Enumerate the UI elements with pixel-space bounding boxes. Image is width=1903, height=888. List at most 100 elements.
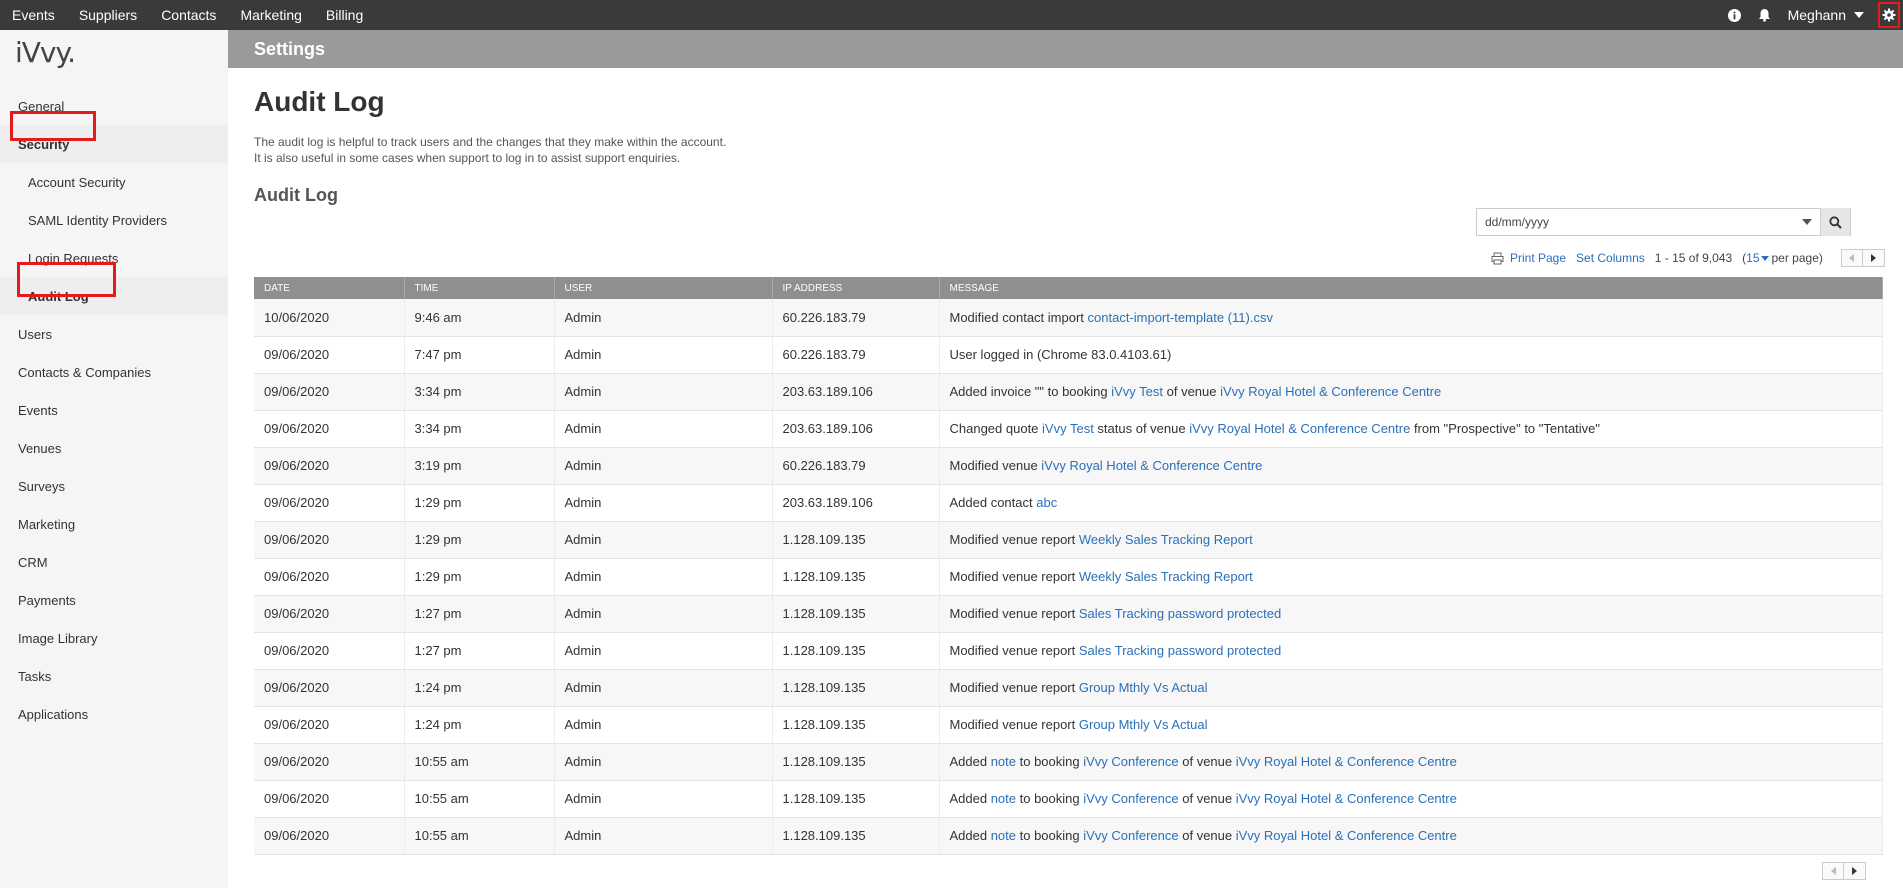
cell-message: Modified venue report Sales Tracking pas… bbox=[939, 632, 1883, 670]
column-header-time[interactable]: TIME bbox=[404, 277, 555, 299]
sidebar-item-surveys[interactable]: Surveys bbox=[0, 467, 228, 505]
sidebar-item-users[interactable]: Users bbox=[0, 315, 228, 353]
arrow-right-icon bbox=[1870, 254, 1876, 262]
cell-message: Added note to booking iVvy Conference of… bbox=[939, 743, 1883, 781]
user-menu[interactable]: Meghann bbox=[1788, 7, 1864, 23]
ivvy-logo[interactable]: iVvy. bbox=[15, 36, 76, 69]
cell-ip-address: 1.128.109.135 bbox=[772, 521, 940, 559]
message-link[interactable]: iVvy Conference bbox=[1083, 791, 1178, 806]
bottom-pagination-buttons bbox=[1822, 862, 1866, 880]
settings-button[interactable] bbox=[1878, 2, 1900, 28]
topnav-marketing[interactable]: Marketing bbox=[240, 7, 301, 23]
message-link[interactable]: Weekly Sales Tracking Report bbox=[1079, 532, 1253, 547]
per-page-select[interactable]: 15 bbox=[1746, 251, 1771, 265]
topnav-contacts[interactable]: Contacts bbox=[161, 7, 216, 23]
message-link[interactable]: iVvy Royal Hotel & Conference Centre bbox=[1189, 421, 1410, 436]
column-header-date[interactable]: DATE bbox=[254, 277, 405, 299]
cell-user: Admin bbox=[554, 373, 773, 411]
topnav-suppliers[interactable]: Suppliers bbox=[79, 7, 137, 23]
section-subtitle: Audit Log bbox=[254, 185, 338, 205]
message-text: of venue bbox=[1178, 791, 1236, 806]
arrow-left-icon bbox=[1830, 867, 1836, 875]
cell-ip-address: 1.128.109.135 bbox=[772, 595, 940, 633]
cell-ip-address: 203.63.189.106 bbox=[772, 373, 940, 411]
topnav-events[interactable]: Events bbox=[12, 7, 55, 23]
column-header-message[interactable]: MESSAGE bbox=[939, 277, 1883, 299]
message-text: Added bbox=[949, 754, 991, 769]
sidebar-item-saml-identity-providers[interactable]: SAML Identity Providers bbox=[0, 201, 228, 239]
message-link[interactable]: Sales Tracking password protected bbox=[1079, 643, 1281, 658]
message-link[interactable]: iVvy Royal Hotel & Conference Centre bbox=[1041, 458, 1262, 473]
message-link[interactable]: Group Mthly Vs Actual bbox=[1079, 680, 1208, 695]
message-link[interactable]: Sales Tracking password protected bbox=[1079, 606, 1281, 621]
message-link[interactable]: iVvy Royal Hotel & Conference Centre bbox=[1236, 828, 1457, 843]
cell-ip-address: 1.128.109.135 bbox=[772, 743, 940, 781]
message-link[interactable]: iVvy Conference bbox=[1083, 754, 1178, 769]
pagination-range: 1 - 15 of 9,043 bbox=[1654, 251, 1733, 265]
date-filter-value: dd/mm/yyyy bbox=[1485, 215, 1550, 229]
security-highlight-box bbox=[10, 111, 96, 141]
message-link[interactable]: iVvy Test bbox=[1042, 421, 1094, 436]
date-filter-select[interactable]: dd/mm/yyyy bbox=[1476, 208, 1851, 236]
cell-user: Admin bbox=[554, 817, 773, 855]
column-header-user[interactable]: USER bbox=[554, 277, 773, 299]
message-link[interactable]: iVvy Royal Hotel & Conference Centre bbox=[1220, 384, 1441, 399]
message-link[interactable]: iVvy Test bbox=[1111, 384, 1163, 399]
cell-message: Added invoice "" to booking iVvy Test of… bbox=[939, 373, 1883, 411]
next-page-button[interactable] bbox=[1862, 249, 1885, 267]
message-link[interactable]: iVvy Royal Hotel & Conference Centre bbox=[1236, 791, 1457, 806]
top-navigation-bar: Events Suppliers Contacts Marketing Bill… bbox=[0, 0, 1903, 30]
cell-message: Added note to booking iVvy Conference of… bbox=[939, 817, 1883, 855]
set-columns-link[interactable]: Set Columns bbox=[1576, 251, 1645, 265]
cell-user: Admin bbox=[554, 558, 773, 596]
sidebar-item-account-security[interactable]: Account Security bbox=[0, 163, 228, 201]
cell-message: Modified venue iVvy Royal Hotel & Confer… bbox=[939, 447, 1883, 485]
message-text: Modified venue report bbox=[949, 643, 1079, 658]
column-header-ip-address[interactable]: IP ADDRESS bbox=[772, 277, 940, 299]
chevron-down-icon[interactable] bbox=[1802, 219, 1812, 225]
message-link[interactable]: iVvy Conference bbox=[1083, 828, 1178, 843]
section-header: Settings bbox=[228, 30, 1903, 68]
sidebar-item-payments[interactable]: Payments bbox=[0, 581, 228, 619]
message-link[interactable]: abc bbox=[1036, 495, 1057, 510]
message-link[interactable]: note bbox=[991, 791, 1016, 806]
message-link[interactable]: iVvy Royal Hotel & Conference Centre bbox=[1236, 754, 1457, 769]
prev-page-button[interactable] bbox=[1840, 249, 1863, 267]
bell-icon[interactable] bbox=[1758, 8, 1772, 22]
message-link[interactable]: contact-import-template (11).csv bbox=[1088, 310, 1273, 325]
cell-ip-address: 1.128.109.135 bbox=[772, 669, 940, 707]
message-link[interactable]: Weekly Sales Tracking Report bbox=[1079, 569, 1253, 584]
sidebar-item-venues[interactable]: Venues bbox=[0, 429, 228, 467]
sidebar-item-marketing[interactable]: Marketing bbox=[0, 505, 228, 543]
message-text: Modified venue report bbox=[949, 606, 1079, 621]
sidebar-item-tasks[interactable]: Tasks bbox=[0, 657, 228, 695]
message-link[interactable]: note bbox=[991, 754, 1016, 769]
message-text: Added bbox=[949, 791, 991, 806]
cell-ip-address: 1.128.109.135 bbox=[772, 558, 940, 596]
sidebar-item-applications[interactable]: Applications bbox=[0, 695, 228, 733]
topnav-billing[interactable]: Billing bbox=[326, 7, 363, 23]
cell-user: Admin bbox=[554, 632, 773, 670]
message-link[interactable]: Group Mthly Vs Actual bbox=[1079, 717, 1208, 732]
message-text: Modified venue report bbox=[949, 717, 1079, 732]
sidebar-item-crm[interactable]: CRM bbox=[0, 543, 228, 581]
table-row: 09/06/2020 10:55 am Admin 1.128.109.135 Adde… bbox=[254, 817, 1883, 855]
cell-time: 10:55 am bbox=[404, 817, 555, 855]
search-button[interactable] bbox=[1820, 208, 1850, 236]
printer-icon[interactable] bbox=[1491, 252, 1504, 265]
chevron-down-icon bbox=[1854, 12, 1864, 18]
cell-time: 1:29 pm bbox=[404, 521, 555, 559]
sidebar-item-contacts-companies[interactable]: Contacts & Companies bbox=[0, 353, 228, 391]
prev-page-button-bottom[interactable] bbox=[1822, 862, 1844, 880]
sidebar-item-image-library[interactable]: Image Library bbox=[0, 619, 228, 657]
next-page-button-bottom[interactable] bbox=[1844, 862, 1866, 880]
print-page-link[interactable]: Print Page bbox=[1510, 251, 1566, 265]
message-link[interactable]: note bbox=[991, 828, 1016, 843]
message-text: of venue bbox=[1178, 828, 1236, 843]
table-row: 09/06/2020 1:29 pm Admin 203.63.189.106 Adde… bbox=[254, 484, 1883, 522]
info-icon[interactable] bbox=[1728, 8, 1742, 22]
cell-user: Admin bbox=[554, 336, 773, 374]
sidebar-item-events[interactable]: Events bbox=[0, 391, 228, 429]
cell-ip-address: 60.226.183.79 bbox=[772, 336, 940, 374]
sidebar-nav: General Security Account Security SAML I… bbox=[0, 87, 228, 733]
